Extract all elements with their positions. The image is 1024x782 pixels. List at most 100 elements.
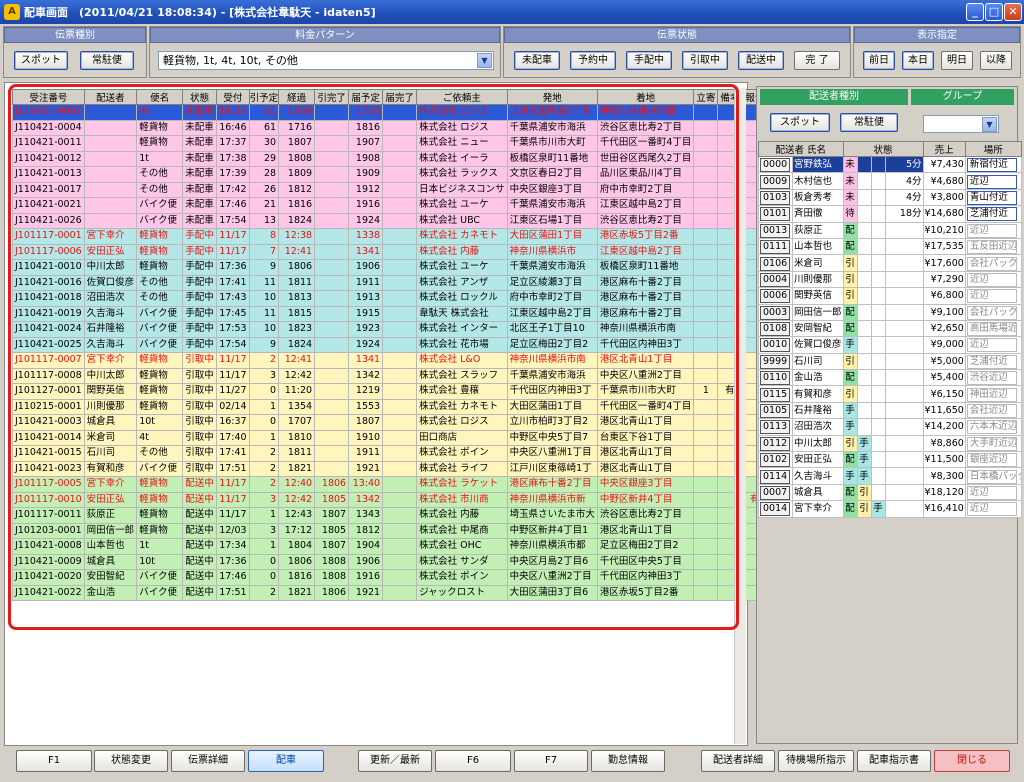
courier-code[interactable]: 0007 xyxy=(758,483,793,502)
f1-button[interactable]: F1 xyxy=(16,750,92,772)
courier-location[interactable]: 近辺 xyxy=(964,500,1022,518)
courier-code-button[interactable]: 0006 xyxy=(760,289,791,303)
courier-row[interactable]: 0105 石井隆裕手 ¥11,650 会社近辺 xyxy=(758,401,1022,420)
status-change-button[interactable]: 状態変更 xyxy=(94,750,168,772)
courier-location-label[interactable]: 日本橋パック xyxy=(966,469,1020,484)
courier-row[interactable]: 0102 安田正弘配手 ¥11,500 銀座近辺 xyxy=(758,451,1022,469)
courier-code[interactable]: 0112 xyxy=(758,434,793,453)
slip-detail-button[interactable]: 伝票詳細 xyxy=(171,750,245,772)
prev-day-button[interactable]: 前日 xyxy=(863,51,895,70)
refresh-button[interactable]: 更新／最新 xyxy=(358,750,432,772)
courier-code[interactable]: 0110 xyxy=(758,369,793,387)
courier-location-label[interactable]: 近辺 xyxy=(966,272,1017,287)
courier-location-label[interactable]: 神田近辺 xyxy=(966,387,1017,402)
courier-location-label[interactable]: 高田馬場近 xyxy=(966,322,1017,336)
courier-code-button[interactable]: 0000 xyxy=(760,158,791,172)
courier-location-label[interactable]: 芝浦付近 xyxy=(966,207,1017,222)
courier-code[interactable]: 0108 xyxy=(758,319,793,338)
courier-spot-button[interactable]: スポット xyxy=(770,113,830,132)
courier-location[interactable]: 銀座近辺 xyxy=(964,451,1022,469)
after-button[interactable]: 以降 xyxy=(980,51,1012,70)
courier-location-label[interactable]: 近辺 xyxy=(966,338,1017,353)
courier-location[interactable]: 神田近辺 xyxy=(964,385,1022,403)
courier-row[interactable]: 0113 沼田浩次手 ¥14,200 六本木近辺 xyxy=(758,418,1022,436)
courier-row[interactable]: 0003 岡田信一郎配 ¥9,100 会社パック xyxy=(758,303,1022,321)
courier-location[interactable]: 日本橋パック xyxy=(964,467,1022,485)
standby-location-button[interactable]: 待機場所指示 xyxy=(778,750,854,772)
courier-code[interactable]: 0000 xyxy=(758,155,793,174)
courier-location[interactable]: 会社近辺 xyxy=(964,401,1022,420)
slip-regular-button[interactable]: 常駐便 xyxy=(80,51,134,70)
courier-code[interactable]: 0114 xyxy=(758,467,793,485)
courier-location[interactable]: 近辺 xyxy=(964,270,1022,289)
f6-button[interactable]: F6 xyxy=(435,750,511,772)
courier-row[interactable]: 0000 宮野鉄弘未 5分 ¥7,430 新宿付近 xyxy=(758,155,1022,174)
courier-location-label[interactable]: 近辺 xyxy=(966,289,1017,303)
courier-regular-button[interactable]: 常駐便 xyxy=(840,113,898,132)
courier-location[interactable]: 高田馬場近 xyxy=(964,319,1022,338)
courier-code[interactable]: 0009 xyxy=(758,172,793,190)
courier-row[interactable]: 0111 山本哲也配 ¥17,535 五反田近辺 xyxy=(758,237,1022,256)
attendance-button[interactable]: 勤怠情報 xyxy=(591,750,665,772)
courier-code-button[interactable]: 0105 xyxy=(760,404,791,418)
status-pickup-button[interactable]: 引取中 xyxy=(682,51,728,70)
courier-code-button[interactable]: 0014 xyxy=(760,502,791,517)
courier-code[interactable]: 0113 xyxy=(758,418,793,436)
courier-location[interactable]: 近辺 xyxy=(964,483,1022,502)
status-unassigned-button[interactable]: 未配車 xyxy=(514,51,560,70)
courier-location-label[interactable]: 五反田近辺 xyxy=(966,240,1017,254)
status-reserved-button[interactable]: 予約中 xyxy=(570,51,616,70)
close-window-button[interactable]: ✕ xyxy=(1004,3,1022,21)
courier-code-button[interactable]: 0114 xyxy=(760,469,791,484)
courier-code[interactable]: 0013 xyxy=(758,221,793,239)
courier-row[interactable]: 9999 石川司引 ¥5,000 芝浦付近 xyxy=(758,352,1022,371)
courier-code-button[interactable]: 0110 xyxy=(760,371,791,385)
courier-code[interactable]: 0004 xyxy=(758,270,793,289)
courier-code-button[interactable]: 0115 xyxy=(760,387,791,402)
courier-location[interactable]: 近辺 xyxy=(964,221,1022,239)
courier-row[interactable]: 0114 久吉海斗手手 ¥8,300 日本橋パック xyxy=(758,467,1022,485)
next-day-button[interactable]: 明日 xyxy=(941,51,973,70)
f7-button[interactable]: F7 xyxy=(514,750,588,772)
courier-row[interactable]: 0009 木村信也未 4分 ¥4,680 近辺 xyxy=(758,172,1022,190)
courier-code[interactable]: 9999 xyxy=(758,352,793,371)
courier-row[interactable]: 0112 中川太郎引手 ¥8,860 大手町近辺 xyxy=(758,434,1022,453)
courier-code[interactable]: 0111 xyxy=(758,237,793,256)
courier-code[interactable]: 0103 xyxy=(758,188,793,207)
courier-row[interactable]: 0103 板倉秀考未 4分 ¥3,800 青山付近 xyxy=(758,188,1022,207)
courier-location[interactable]: 青山付近 xyxy=(964,188,1022,207)
courier-code-button[interactable]: 0106 xyxy=(760,256,791,271)
today-button[interactable]: 本日 xyxy=(902,51,934,70)
courier-row[interactable]: 0110 金山浩配 ¥5,400 渋谷近辺 xyxy=(758,369,1022,387)
courier-location[interactable]: 大手町近辺 xyxy=(964,434,1022,453)
courier-row[interactable]: 0101 斉田徹待 18分 ¥14,680 芝浦付近 xyxy=(758,205,1022,223)
courier-code[interactable]: 0115 xyxy=(758,385,793,403)
courier-code-button[interactable]: 0010 xyxy=(760,338,791,353)
courier-location-label[interactable]: 近辺 xyxy=(966,502,1017,517)
courier-location-label[interactable]: 会社パック xyxy=(966,305,1017,320)
courier-location-label[interactable]: 銀座近辺 xyxy=(966,453,1017,467)
courier-code-button[interactable]: 0101 xyxy=(760,207,791,222)
courier-code-button[interactable]: 0113 xyxy=(760,420,791,435)
courier-code[interactable]: 0102 xyxy=(758,451,793,469)
courier-location-label[interactable]: 渋谷近辺 xyxy=(966,371,1017,385)
courier-code-button[interactable]: 0108 xyxy=(760,322,791,336)
courier-code-button[interactable]: 0009 xyxy=(760,174,791,189)
courier-code-button[interactable]: 0112 xyxy=(760,436,791,451)
courier-code[interactable]: 0101 xyxy=(758,205,793,223)
courier-code[interactable]: 0006 xyxy=(758,287,793,305)
courier-detail-button[interactable]: 配送者詳細 xyxy=(701,750,775,772)
fee-pattern-select[interactable]: 軽貨物, 1t, 4t, 10t, その他 ▼ xyxy=(158,51,494,70)
courier-row[interactable]: 0007 城倉具配引 ¥18,120 近辺 xyxy=(758,483,1022,502)
courier-row[interactable]: 0006 関野英信引 ¥6,800 近辺 xyxy=(758,287,1022,305)
courier-location-label[interactable]: 近辺 xyxy=(966,223,1017,238)
status-complete-button[interactable]: 完 了 xyxy=(794,51,840,70)
dispatch-button[interactable]: 配車 xyxy=(248,750,324,772)
courier-location-label[interactable]: 近辺 xyxy=(966,174,1017,189)
courier-row[interactable]: 0004 川則優那引 ¥7,290 近辺 xyxy=(758,270,1022,289)
close-button[interactable]: 閉じる xyxy=(934,750,1010,772)
courier-location-label[interactable]: 芝浦付近 xyxy=(966,354,1017,369)
courier-code-button[interactable]: 0003 xyxy=(760,305,791,320)
courier-location[interactable]: 渋谷近辺 xyxy=(964,369,1022,387)
dispatch-sheet-button[interactable]: 配車指示書 xyxy=(857,750,931,772)
